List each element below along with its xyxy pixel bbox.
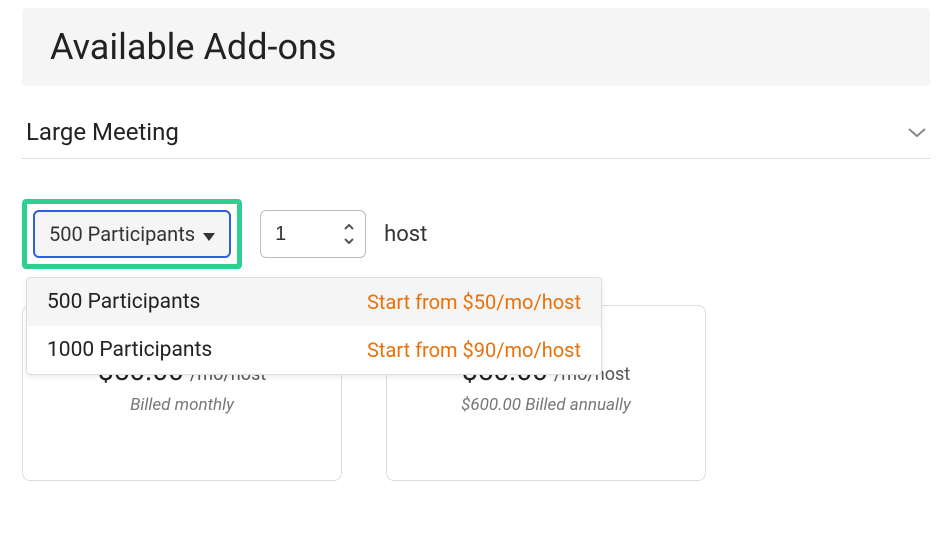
plan-billing: $600.00 Billed annually <box>407 395 685 415</box>
host-label: host <box>384 222 427 247</box>
dropdown-option-price: Start from $90/mo/host <box>367 338 581 362</box>
section-title: Large Meeting <box>26 118 179 146</box>
stepper-down-icon[interactable] <box>341 234 357 248</box>
dropdown-option-price: Start from $50/mo/host <box>367 290 581 314</box>
host-quantity-stepper[interactable] <box>260 210 366 258</box>
addons-header-title: Available Add-ons <box>50 26 336 68</box>
dropdown-option-label: 500 Participants <box>47 290 200 314</box>
plan-billing: Billed monthly <box>43 395 321 415</box>
host-quantity-input[interactable] <box>261 213 341 256</box>
controls-row: 500 Participants host 500 Participants <box>22 199 930 269</box>
participants-dropdown-panel: 500 Participants Start from $50/mo/host … <box>26 277 602 375</box>
dropdown-option-label: 1000 Participants <box>47 338 212 362</box>
participants-dropdown[interactable]: 500 Participants <box>33 210 231 258</box>
stepper-up-icon[interactable] <box>341 220 357 234</box>
caret-down-icon <box>203 222 215 246</box>
participants-dropdown-label: 500 Participants <box>49 222 195 246</box>
participants-dropdown-highlight: 500 Participants <box>22 199 242 269</box>
large-meeting-section-header[interactable]: Large Meeting <box>22 110 930 159</box>
dropdown-option-1000[interactable]: 1000 Participants Start from $90/mo/host <box>27 326 601 374</box>
addons-header: Available Add-ons <box>22 8 930 86</box>
dropdown-option-500[interactable]: 500 Participants Start from $50/mo/host <box>27 278 601 326</box>
chevron-down-icon <box>908 123 926 142</box>
